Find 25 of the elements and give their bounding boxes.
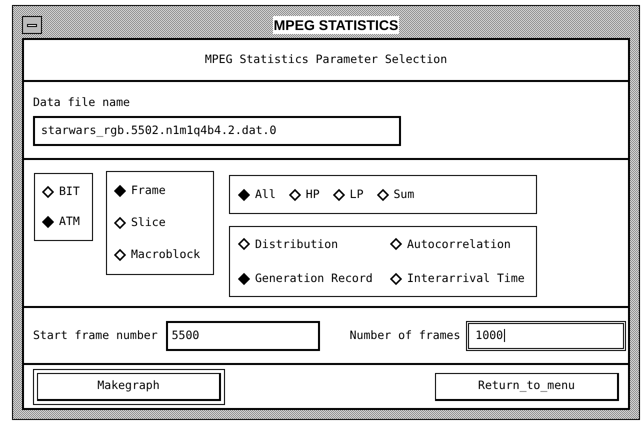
push-button[interactable]: Return_to_menu [435,372,619,400]
radio-option[interactable]: Autocorrelation [390,236,511,253]
radio-option[interactable]: ATM [42,213,80,231]
dialog-heading: MPEG Statistics Parameter Selection [204,51,448,68]
field-label: Number of frames [350,326,460,344]
radio-option[interactable]: Sum [376,186,414,204]
radio-option[interactable]: Distribution [238,236,338,253]
radio-option[interactable]: LP [332,186,364,204]
radio-option[interactable]: Generation Record [238,270,373,288]
data-file-field[interactable]: starwars_rgb.5502.n1m1q4b4.2.dat.0 [33,116,401,146]
radio-option[interactable]: All [238,186,276,204]
text-cursor [504,329,506,342]
window-title: MPEG STATISTICS [272,16,400,34]
field-label: Start frame number [33,326,158,344]
radio-option[interactable]: Macroblock [114,246,200,264]
radio-option[interactable]: Frame [114,182,166,200]
radio-option[interactable]: Slice [114,214,166,232]
radio-option[interactable]: BIT [42,183,80,201]
push-button[interactable]: Makegraph [37,372,221,400]
field-label: Data file name [33,94,131,110]
radio-option[interactable]: Interarrival Time [390,270,525,288]
start-frame-field[interactable]: 5500 [166,320,320,350]
frame-count-field[interactable]: 1000 [466,320,626,350]
radio-option[interactable]: HP [288,186,320,204]
window-menu-button[interactable] [22,16,42,34]
